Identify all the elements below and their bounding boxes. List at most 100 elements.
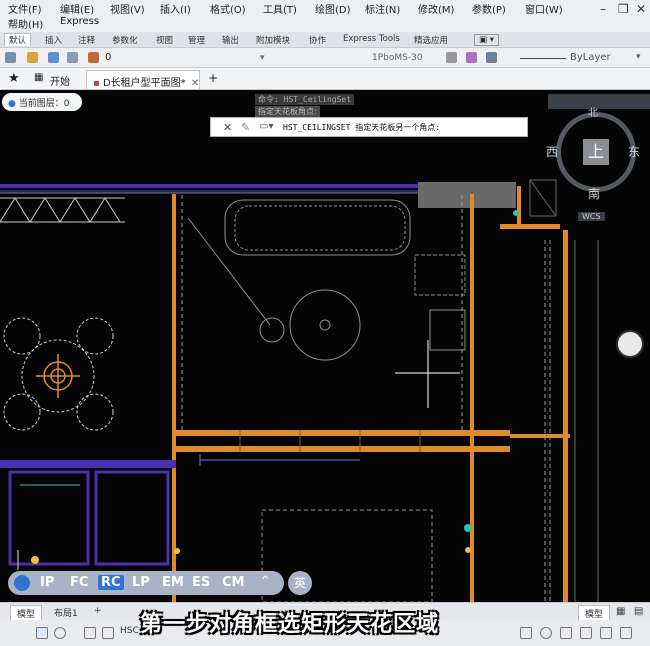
snap-fc[interactable]: FC — [70, 575, 88, 590]
restore-icon[interactable]: ❐ — [618, 2, 629, 16]
drawing-canvas[interactable]: ● 当前图层：0 命令: HST_CeilingSet 指定天花板角点: ✕ ✎… — [0, 90, 650, 602]
toolbar-dropdown-icon[interactable]: ▾ — [260, 53, 265, 63]
lineweight-swatch — [520, 58, 566, 59]
view-tools-strip[interactable] — [548, 94, 650, 109]
floor-plan-drawing — [0, 179, 599, 602]
windows-icon: ▦ — [34, 72, 44, 83]
menu-tools[interactable]: 工具(T) — [263, 1, 297, 16]
menu-bar: 文件(F) 编辑(E) 视图(V) 插入(I) 格式(O) 工具(T) 绘图(D… — [0, 0, 650, 32]
compass-north[interactable]: 北 — [588, 104, 598, 119]
ortho-icon[interactable] — [36, 627, 48, 639]
menu-format[interactable]: 格式(O) — [210, 1, 246, 16]
drawing-file-icon: ▪ — [93, 78, 100, 89]
snap-rc[interactable]: RC — [98, 575, 124, 590]
command-recent-icon[interactable]: ▭▾ — [259, 121, 273, 132]
video-subtitle: 第一步对角框选矩形天花区域 — [140, 612, 440, 637]
hardware-accel-icon[interactable] — [600, 627, 612, 639]
tab-annotate[interactable]: 注释 — [78, 34, 95, 46]
snap-es[interactable]: ES — [192, 575, 210, 590]
language-toggle[interactable]: 英 — [288, 571, 312, 595]
viewcube-compass[interactable]: 上 — [556, 112, 636, 192]
command-prompt-text: HST_CEILINGSET 指定天花板另一个角点: — [283, 123, 441, 132]
object-snap-bar: IP FC RC LP EM ES CM ⌃ — [8, 571, 284, 595]
snap-icon[interactable]: ▤ — [634, 606, 643, 617]
menu-draw[interactable]: 绘图(D) — [315, 1, 351, 16]
tab-view[interactable]: 视图 — [156, 34, 173, 46]
new-icon[interactable] — [5, 52, 16, 63]
save-icon[interactable] — [48, 52, 59, 63]
menu-modify[interactable]: 修改(M) — [418, 1, 454, 16]
tab-parametric[interactable]: 参数化 — [112, 34, 138, 46]
measure-icon[interactable] — [486, 52, 497, 63]
tab-active-drawing[interactable]: ▪ D长租户型平面图* ✕ — [86, 70, 200, 89]
tab-featured-apps[interactable]: 精选应用 — [414, 34, 448, 46]
otrack-icon[interactable] — [102, 627, 114, 639]
assistant-avatar-icon[interactable] — [616, 330, 644, 358]
layer-status-icon: ● — [8, 99, 16, 109]
tab-manage[interactable]: 管理 — [188, 34, 205, 46]
command-history-line-2: 指定天花板角点: — [255, 106, 320, 117]
new-tab-button[interactable]: + — [208, 71, 218, 85]
tab-add-layout[interactable]: + — [88, 605, 108, 617]
snap-em[interactable]: EM — [162, 575, 184, 590]
command-close-icon[interactable]: ✕ — [223, 121, 232, 134]
bylayer-text[interactable]: ByLayer — [570, 52, 611, 63]
document-tab-bar: ★ ▦ 开始 ▪ D长租户型平面图* ✕ + — [0, 68, 650, 90]
layer-icon[interactable] — [88, 52, 99, 63]
menu-dimension[interactable]: 标注(N) — [365, 1, 400, 16]
wcs-selector[interactable]: WCS — [578, 212, 605, 221]
match-icon[interactable] — [446, 52, 457, 63]
snap-lp[interactable]: LP — [132, 575, 150, 590]
linetype-text: 1PboMS-30 — [372, 53, 423, 63]
tab-close-icon[interactable]: ✕ — [191, 78, 199, 89]
compass-west[interactable]: 西 — [546, 143, 558, 160]
snap-expand-icon[interactable]: ⌃ — [260, 574, 271, 589]
tab-default[interactable]: 默认 — [4, 33, 32, 46]
menu-edit[interactable]: 编辑(E) — [60, 1, 94, 16]
open-icon[interactable] — [27, 52, 38, 63]
menu-view[interactable]: 视图(V) — [110, 1, 145, 16]
current-layer-indicator[interactable]: ● 当前图层：0 — [2, 93, 82, 111]
compass-south[interactable]: 南 — [588, 185, 600, 202]
tab-insert[interactable]: 插入 — [45, 34, 62, 46]
tab-express-tools[interactable]: Express Tools — [343, 34, 400, 44]
menu-file[interactable]: 文件(F) — [8, 1, 42, 16]
polar-icon[interactable] — [54, 627, 66, 639]
viewcube-top-face[interactable]: 上 — [583, 139, 609, 165]
tab-collaborate[interactable]: 协作 — [309, 34, 326, 46]
menu-express[interactable]: Express — [60, 16, 99, 27]
ribbon-tabs: 默认 插入 注释 参数化 视图 管理 输出 附加模块 协作 Express To… — [0, 32, 650, 48]
lock-icon[interactable] — [560, 627, 572, 639]
menu-insert[interactable]: 插入(I) — [160, 1, 191, 16]
command-line[interactable]: ✕ ✎ ▭▾ HST_CEILINGSET 指定天花板另一个角点: — [210, 117, 528, 137]
compass-east[interactable]: 东 — [628, 143, 640, 160]
customize-icon[interactable] — [620, 627, 632, 639]
ribbon-options-icon[interactable]: ▣ ▾ — [474, 34, 499, 46]
quick-toolbar: 0 ▾ 1PboMS-30 ByLayer ▾ — [0, 48, 650, 68]
tab-layout1[interactable]: 布局1 — [48, 605, 84, 620]
active-drawing-label: D长租户型平面图* — [102, 78, 186, 89]
workspace-icon[interactable] — [540, 627, 552, 639]
snap-settings-icon[interactable] — [14, 575, 30, 591]
menu-window[interactable]: 窗口(W) — [525, 1, 563, 16]
minimize-icon[interactable]: – — [600, 2, 606, 16]
star-icon[interactable]: ★ — [8, 71, 20, 86]
tab-start[interactable]: 开始 — [44, 70, 76, 89]
command-history-line-1: 命令: HST_CeilingSet — [255, 94, 355, 105]
menu-parameter[interactable]: 参数(P) — [472, 1, 506, 16]
color-icon[interactable] — [466, 52, 477, 63]
print-icon[interactable] — [67, 52, 78, 63]
bylayer-dropdown-icon[interactable]: ▾ — [636, 52, 641, 62]
snap-ip[interactable]: IP — [40, 575, 54, 590]
command-customize-icon[interactable]: ✎ — [241, 121, 250, 134]
current-layer-text: 当前图层：0 — [18, 99, 70, 109]
annotation-icon[interactable] — [520, 627, 532, 639]
grid-icon[interactable]: ▦ — [616, 606, 625, 617]
osnap-icon[interactable] — [84, 627, 96, 639]
close-icon[interactable]: ✕ — [636, 2, 646, 16]
menu-help[interactable]: 帮助(H) — [8, 16, 43, 31]
snap-cm[interactable]: CM — [222, 575, 244, 590]
isolate-icon[interactable] — [580, 627, 592, 639]
tab-output[interactable]: 输出 — [222, 34, 239, 46]
tab-addins[interactable]: 附加模块 — [256, 34, 290, 46]
